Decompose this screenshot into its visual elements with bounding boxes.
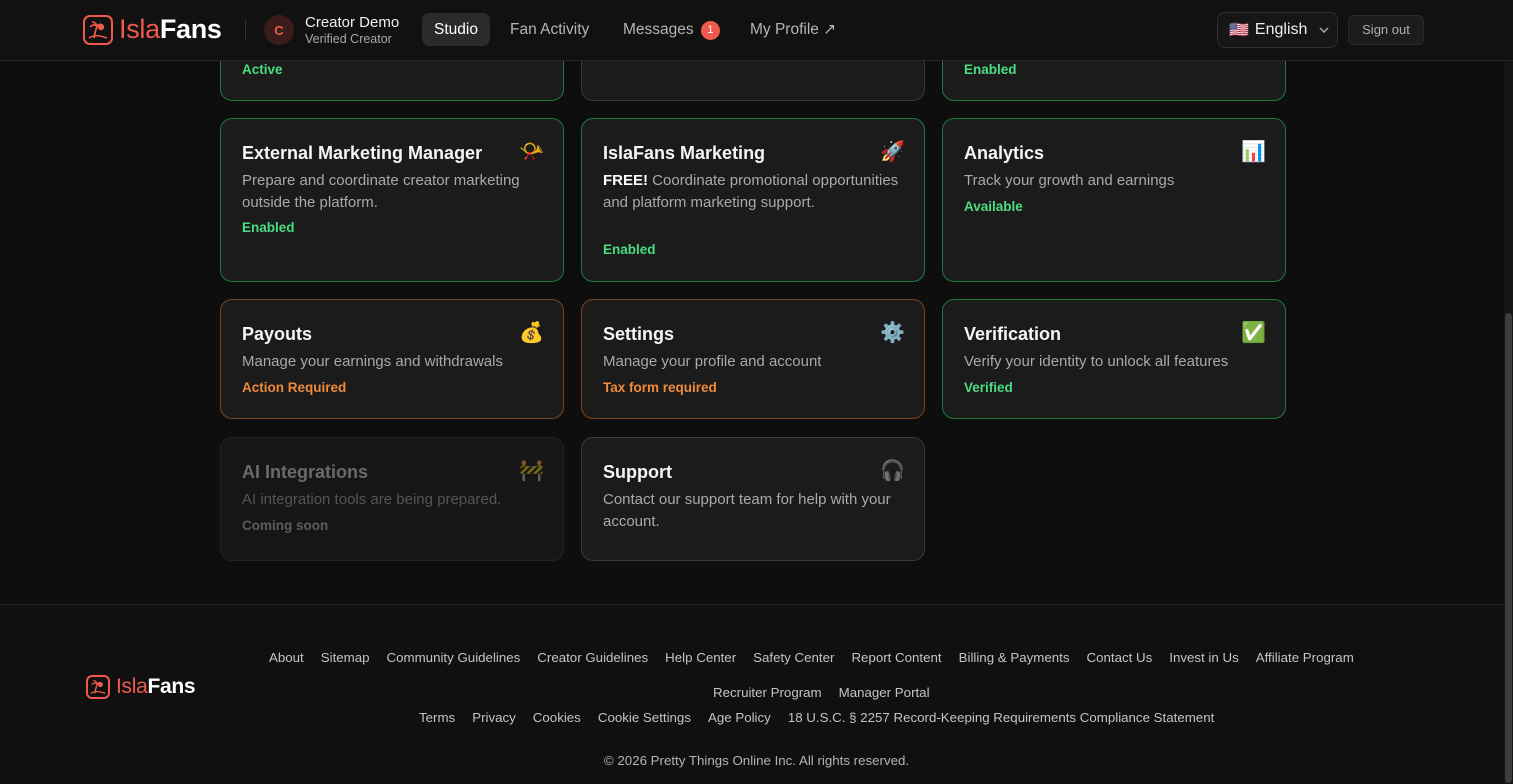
card-status: Enabled (603, 242, 656, 257)
card-title: Settings (603, 324, 675, 344)
card-settings[interactable]: Settings ⚙️ Manage your profile and acco… (581, 299, 925, 419)
rocket-icon: 🚀 (880, 141, 905, 163)
card-title: Payouts (242, 324, 313, 344)
island-palm-logo-icon (86, 675, 110, 699)
footer: IslaFans About Sitemap Community Guideli… (0, 604, 1513, 784)
language-label: English (1254, 21, 1308, 38)
card-description: Contact our support team for help with y… (603, 491, 891, 530)
card-external-marketing-manager[interactable]: External Marketing Manager 📯 Prepare and… (220, 118, 564, 282)
card-status: Action Required (242, 380, 347, 395)
card-description: Prepare and coordinate creator marketing… (242, 172, 520, 211)
card-title: Support (603, 462, 672, 482)
footer-link-invest-in-us[interactable]: Invest in Us (1169, 650, 1238, 665)
footer-links-row-1: About Sitemap Community Guidelines Creat… (269, 650, 1354, 665)
card-description: Track your growth and earnings (964, 172, 1175, 189)
footer-link-privacy[interactable]: Privacy (472, 710, 516, 725)
footer-link-billing-payments[interactable]: Billing & Payments (959, 650, 1070, 665)
island-palm-logo-icon (83, 14, 113, 45)
construction-icon: 🚧 (519, 460, 544, 482)
footer-link-affiliate-program[interactable]: Affiliate Program (1256, 650, 1354, 665)
footer-link-manager-portal[interactable]: Manager Portal (839, 685, 930, 700)
footer-link-age-policy[interactable]: Age Policy (708, 710, 771, 725)
user-name: Creator Demo (305, 14, 400, 31)
footer-link-community-guidelines[interactable]: Community Guidelines (387, 650, 521, 665)
card-description: Manage your earnings and withdrawals (242, 353, 503, 370)
money-bag-icon: 💰 (519, 322, 544, 344)
footer-links-row-3: Terms Privacy Cookies Cookie Settings Ag… (419, 710, 1214, 725)
unread-badge: 1 (700, 21, 720, 40)
card-title: IslaFans Marketing (603, 143, 766, 163)
footer-link-about[interactable]: About (269, 650, 304, 665)
card-status: Coming soon (242, 518, 329, 533)
headphones-icon: 🎧 (880, 460, 905, 482)
card-islafans-marketing[interactable]: IslaFans Marketing 🚀 FREE! Coordinate pr… (581, 118, 925, 282)
card-description: Manage your profile and account (603, 353, 822, 370)
card-support[interactable]: Support 🎧 Contact our support team for h… (581, 437, 925, 561)
megaphone-icon: 📯 (519, 141, 544, 163)
avatar[interactable]: C (264, 15, 294, 45)
footer-link-recruiter-program[interactable]: Recruiter Program (713, 685, 822, 700)
footer-link-report-content[interactable]: Report Content (851, 650, 941, 665)
sign-out-button[interactable]: Sign out (1348, 15, 1424, 45)
nav-messages-label: Messages (623, 21, 694, 38)
language-selector[interactable]: 🇺🇸 English (1217, 12, 1338, 48)
footer-link-safety-center[interactable]: Safety Center (753, 650, 834, 665)
page-scrollbar[interactable] (1504, 61, 1513, 784)
card-status: Tax form required (603, 380, 717, 395)
free-tag: FREE! (603, 172, 648, 189)
card-ai-integrations: AI Integrations 🚧 AI integration tools a… (220, 437, 564, 561)
brand-wordmark: IslaFans (116, 675, 196, 698)
card-title: AI Integrations (242, 462, 369, 482)
footer-link-help-center[interactable]: Help Center (665, 650, 736, 665)
footer-link-sitemap[interactable]: Sitemap (321, 650, 370, 665)
check-mark-icon: ✅ (1241, 322, 1266, 344)
card-status: Available (964, 199, 1023, 214)
divider (245, 19, 246, 41)
card-status: Active (242, 62, 283, 77)
card-description: Verify your identity to unlock all featu… (964, 353, 1229, 370)
card-description-text: Coordinate promotional opportunities and… (603, 172, 899, 211)
card-verification[interactable]: Verification ✅ Verify your identity to u… (942, 299, 1286, 419)
card-description: AI integration tools are being prepared. (242, 491, 502, 508)
nav-fan-activity[interactable]: Fan Activity (498, 13, 601, 46)
nav-studio[interactable]: Studio (422, 13, 490, 46)
card-title: Analytics (964, 143, 1045, 163)
card-analytics[interactable]: Analytics 📊 Track your growth and earnin… (942, 118, 1286, 282)
nav-my-profile[interactable]: My Profile ↗ (738, 13, 848, 46)
brand-wordmark: IslaFans (119, 14, 222, 44)
footer-link-cookies[interactable]: Cookies (533, 710, 581, 725)
card-description: FREE! Coordinate promotional opportuniti… (603, 170, 906, 213)
footer-link-2257-statement[interactable]: 18 U.S.C. § 2257 Record-Keeping Requirem… (788, 710, 1214, 725)
card-status: Verified (964, 380, 1013, 395)
copyright: © 2026 Pretty Things Online Inc. All rig… (603, 753, 910, 768)
islafans-logo[interactable]: IslaFans (83, 14, 222, 45)
footer-links-row-2: Recruiter Program Manager Portal (713, 685, 930, 700)
nav-messages[interactable]: Messages 1 (611, 13, 732, 46)
footer-link-terms[interactable]: Terms (419, 710, 455, 725)
footer-link-creator-guidelines[interactable]: Creator Guidelines (537, 650, 648, 665)
footer-logo[interactable]: IslaFans (86, 675, 196, 699)
us-flag-icon: 🇺🇸 (1229, 22, 1249, 39)
card-title: External Marketing Manager (242, 143, 483, 163)
chevron-down-icon (1319, 24, 1329, 36)
card-payouts[interactable]: Payouts 💰 Manage your earnings and withd… (220, 299, 564, 419)
card-title: Verification (964, 324, 1062, 344)
user-role: Verified Creator (305, 32, 392, 46)
top-navigation-bar: IslaFans C Creator Demo Verified Creator… (0, 0, 1513, 61)
gear-icon: ⚙️ (880, 322, 905, 344)
footer-link-cookie-settings[interactable]: Cookie Settings (598, 710, 691, 725)
footer-link-contact-us[interactable]: Contact Us (1086, 650, 1152, 665)
bar-chart-icon: 📊 (1241, 141, 1266, 163)
card-status: Enabled (964, 62, 1017, 77)
scrollbar-thumb[interactable] (1505, 313, 1512, 783)
card-status: Enabled (242, 220, 295, 235)
